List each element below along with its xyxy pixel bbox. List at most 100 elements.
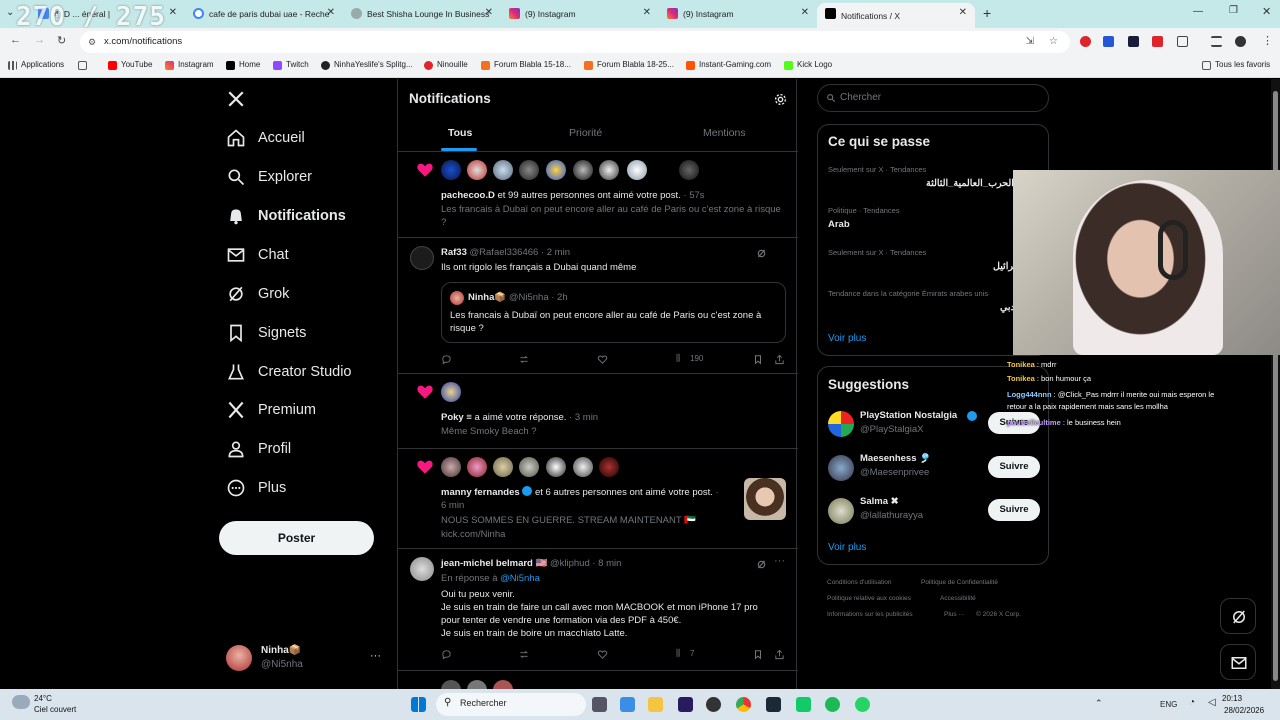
views-icon[interactable]: ⫼	[676, 353, 680, 364]
share-icon[interactable]	[774, 354, 785, 365]
nav-home[interactable]: Accueil	[226, 123, 305, 153]
post-thumbnail[interactable]	[744, 478, 786, 520]
close-icon[interactable]: ✕	[959, 7, 967, 18]
whatsapp-icon[interactable]	[855, 697, 870, 712]
bookmark-icon[interactable]	[753, 649, 763, 660]
volume-icon[interactable]: ◁	[1208, 697, 1216, 708]
minimize-button[interactable]: —	[1193, 6, 1203, 17]
notification-like[interactable]: manny fernandes et 6 autres personnes on…	[398, 449, 798, 549]
avatar[interactable]	[573, 160, 593, 180]
app-icon[interactable]	[620, 697, 635, 712]
notification-like[interactable]: Poky ≡ a aimé votre réponse. · 3 min Mêm…	[398, 374, 798, 449]
extension-icon[interactable]	[1152, 36, 1163, 47]
opera-extension-icon[interactable]	[1080, 36, 1091, 47]
reply-icon[interactable]	[441, 649, 452, 660]
avatar[interactable]	[519, 160, 539, 180]
close-icon[interactable]: ✕	[485, 7, 493, 18]
reply-post[interactable]: jean-michel belmard 🇺🇸 @kliphud · 8 min …	[398, 549, 798, 671]
browser-tab[interactable]: (9) Instagram ✕	[501, 3, 659, 25]
avatar[interactable]	[627, 160, 647, 180]
avatar[interactable]	[441, 382, 461, 402]
suggestion-item[interactable]: Salma ✖ @lallathurayya Suivre	[818, 490, 1050, 528]
avatar[interactable]	[519, 457, 539, 477]
app-icon[interactable]	[796, 697, 811, 712]
follow-button[interactable]: Suivre	[988, 456, 1040, 478]
reply-to-link[interactable]: @Ni5nha	[500, 573, 540, 584]
weather-icon[interactable]	[12, 695, 30, 709]
taskbar-search[interactable]: ⚲ Rechercher	[436, 693, 586, 716]
more-icon[interactable]: ···	[774, 555, 785, 567]
bookmark-instagram[interactable]: Instagram	[165, 60, 214, 70]
chrome-icon[interactable]	[736, 697, 751, 712]
bookmark-instant-gaming[interactable]: Instant-Gaming.com	[686, 60, 771, 70]
browser-tab-active[interactable]: Notifications / X ✕	[817, 3, 975, 28]
notification-like[interactable]: pachecoo.D et 99 autres personnes ont ai…	[398, 152, 798, 238]
avatar[interactable]	[410, 246, 434, 270]
wifi-icon[interactable]: ◔	[1189, 697, 1195, 708]
search-input[interactable]: Chercher	[817, 84, 1049, 112]
reply-icon[interactable]	[441, 354, 452, 365]
avatar[interactable]	[467, 160, 487, 180]
grok-icon[interactable]	[756, 559, 767, 570]
nav-explore[interactable]: Explorer	[226, 162, 312, 192]
premiere-icon[interactable]	[678, 697, 693, 712]
close-icon[interactable]: ✕	[643, 7, 651, 18]
browser-tab[interactable]: (9) Instagram ✕	[659, 3, 817, 25]
install-icon[interactable]: ⇲	[1026, 31, 1034, 53]
maximize-button[interactable]: ❐	[1229, 5, 1238, 16]
bookmark-apps[interactable]: Applications	[8, 60, 64, 70]
close-icon[interactable]: ✕	[169, 7, 177, 18]
follow-button[interactable]: Suivre	[988, 499, 1040, 521]
task-view-icon[interactable]	[592, 697, 607, 712]
forward-arrow-icon[interactable]: →	[34, 34, 45, 46]
tab-priority[interactable]: Priorité	[569, 127, 602, 139]
avatar[interactable]	[467, 457, 487, 477]
bookmark-splitgate[interactable]: NinhaYeslife's Splitg...	[321, 60, 413, 70]
site-info-icon[interactable]: ⚙	[88, 31, 96, 53]
footer-link[interactable]: Conditions d'utilisation	[827, 579, 891, 586]
tray-chevron-icon[interactable]: ⌃	[1095, 698, 1103, 709]
nav-creator-studio[interactable]: Creator Studio	[226, 357, 352, 387]
back-arrow-icon[interactable]: ←	[10, 34, 21, 46]
extension-icon[interactable]	[1128, 36, 1139, 47]
avatar[interactable]	[493, 160, 513, 180]
suggestion-item[interactable]: Maesenhess 🎐 @Maesenprivee Suivre	[818, 447, 1050, 485]
nav-bookmarks[interactable]: Signets	[226, 318, 306, 348]
bookmark-ninouille[interactable]: Ninouille	[424, 60, 468, 70]
post-button[interactable]: Poster	[219, 521, 374, 555]
quoted-post[interactable]: Ninha📦 @Ni5nha · 2h Les francais à Dubaï…	[441, 282, 786, 343]
nav-premium[interactable]: Premium	[226, 395, 316, 425]
tab-list-button[interactable]: ⌄	[6, 7, 14, 18]
messages-floating-button[interactable]	[1220, 644, 1256, 680]
nav-notifications[interactable]: Notifications	[226, 201, 346, 231]
tab-mentions[interactable]: Mentions	[703, 127, 746, 139]
avatar[interactable]	[493, 457, 513, 477]
profile-avatar-icon[interactable]	[1235, 36, 1246, 47]
steam-icon[interactable]	[766, 697, 781, 712]
browser-tab[interactable]: Best Shisha Lounge In Business ✕	[343, 3, 501, 25]
avatar[interactable]	[546, 160, 566, 180]
author-name[interactable]: jean-michel belmard 🇺🇸	[441, 558, 547, 569]
language-indicator[interactable]: ENG	[1160, 700, 1177, 709]
avatar[interactable]	[599, 457, 619, 477]
spotify-icon[interactable]	[825, 697, 840, 712]
see-more-link[interactable]: Voir plus	[828, 542, 866, 553]
windows-start-icon[interactable]	[411, 697, 426, 712]
actor-name[interactable]: pachecoo.D	[441, 190, 495, 201]
nav-profile[interactable]: Profil	[226, 434, 291, 464]
nav-grok[interactable]: Grok	[226, 279, 289, 309]
bookmark-youtube[interactable]: YouTube	[108, 60, 152, 70]
bookmark-kick-logo[interactable]: Kick Logo	[784, 60, 832, 70]
avatar[interactable]	[599, 160, 619, 180]
avatar[interactable]	[410, 557, 434, 581]
reload-icon[interactable]: ↻	[57, 34, 66, 47]
footer-link[interactable]: Plus ···	[944, 611, 965, 618]
extension-icon[interactable]	[1103, 36, 1114, 47]
nav-more[interactable]: Plus	[226, 473, 286, 503]
avatar[interactable]	[679, 160, 699, 180]
x-logo-icon[interactable]	[227, 90, 245, 113]
grok-floating-button[interactable]	[1220, 598, 1256, 634]
avatar[interactable]	[573, 457, 593, 477]
avatar[interactable]	[546, 457, 566, 477]
close-icon[interactable]: ✕	[801, 7, 809, 18]
